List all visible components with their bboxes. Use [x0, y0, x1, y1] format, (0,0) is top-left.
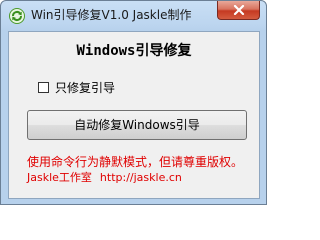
repair-boot-only-label[interactable]: 只修复引导 [55, 80, 115, 96]
client-area: Windows引导修复 只修复引导 自动修复Windows引导 使用命令行为静默… [8, 31, 260, 199]
close-icon [233, 5, 245, 15]
author-credit: Jaskle工作室 http://jaskle.cn [27, 170, 182, 185]
close-button[interactable] [217, 1, 260, 20]
window-title: Win引导修复V1.0 Jaskle制作 [31, 8, 192, 22]
auto-repair-button[interactable]: 自动修复Windows引导 [27, 110, 247, 140]
page-title: Windows引导修复 [76, 43, 192, 59]
studio-name: Jaskle工作室 [27, 171, 92, 184]
copyright-notice: 使用命令行为静默模式，但请尊重版权。 [27, 155, 244, 169]
app-refresh-icon [9, 8, 25, 24]
repair-boot-only-checkbox[interactable] [38, 82, 49, 93]
title-bar[interactable]: Win引导修复V1.0 Jaskle制作 [1, 1, 266, 31]
studio-url-link[interactable]: http://jaskle.cn [100, 171, 182, 184]
app-window: Win引导修复V1.0 Jaskle制作 Windows引导修复 只修复引导 自… [0, 0, 267, 205]
